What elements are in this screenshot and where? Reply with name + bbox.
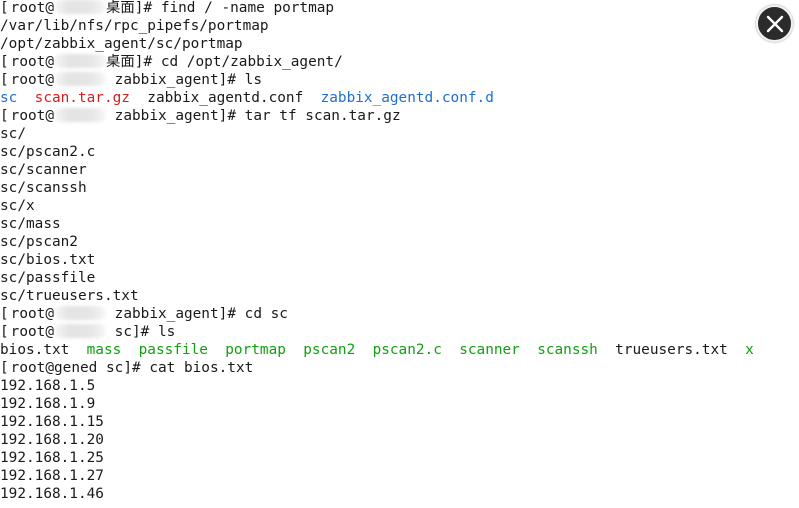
prompt-hash: # bbox=[227, 306, 236, 322]
prompt-close-bracket: ] bbox=[123, 360, 132, 376]
tar-list-item: sc/mass bbox=[0, 216, 61, 232]
ls-entry-file: trueusers.txt bbox=[615, 342, 728, 358]
close-button[interactable] bbox=[756, 5, 793, 42]
prompt-hash: # bbox=[143, 54, 153, 70]
prompt-hash: # bbox=[143, 0, 153, 16]
bios-ip-line: 192.168.1.15 bbox=[0, 414, 104, 430]
prompt-dir: sc bbox=[105, 360, 124, 376]
prompt-open-bracket: [ bbox=[0, 324, 9, 340]
prompt-dir: zabbix_agent bbox=[114, 306, 219, 322]
prompt-user: root@ bbox=[10, 0, 54, 16]
bios-ip-line: 192.168.1.5 bbox=[0, 378, 96, 394]
prompt-open-bracket: [ bbox=[0, 108, 9, 124]
command-text: cd sc bbox=[244, 306, 288, 322]
tar-list-item: sc/pscan2.c bbox=[0, 144, 96, 160]
prompt-line-cat: [root@gened sc]# cat bios.txt bbox=[0, 359, 799, 377]
ls-entry-file: bios.txt bbox=[0, 342, 70, 358]
prompt-hash: # bbox=[227, 72, 236, 88]
prompt-line-ls: [root@ zabbix_agent]# ls bbox=[0, 71, 799, 89]
prompt-user-host: root@gened bbox=[10, 360, 98, 376]
bios-ip-line: 192.168.1.25 bbox=[0, 450, 104, 466]
prompt-close-bracket: ] bbox=[218, 108, 228, 124]
prompt-open-bracket: [ bbox=[0, 54, 9, 70]
prompt-hash: # bbox=[131, 360, 141, 376]
ls-output-sc: bios.txt mass passfile portmap pscan2 ps… bbox=[0, 341, 799, 359]
prompt-hash: # bbox=[140, 324, 150, 340]
bios-ip-line: 192.168.1.46 bbox=[0, 486, 104, 502]
tar-list-item: sc/scanner bbox=[0, 162, 87, 178]
terminal-output: [root@ 桌面]# find / -name portmap /var/lib… bbox=[0, 0, 799, 503]
ls-entry-executable: mass bbox=[86, 342, 122, 358]
ls-entry-archive: scan.tar.gz bbox=[34, 90, 130, 106]
bios-ip-line: 192.168.1.20 bbox=[0, 432, 104, 448]
ls-entry-directory: sc bbox=[0, 90, 18, 106]
tar-list-item: sc/pscan2 bbox=[0, 234, 78, 250]
prompt-user: root@ bbox=[10, 72, 54, 88]
prompt-open-bracket: [ bbox=[0, 0, 9, 16]
ls-entry-executable: portmap bbox=[225, 342, 286, 358]
command-text: cd /opt/zabbix_agent/ bbox=[160, 54, 343, 70]
tar-list-item: sc/ bbox=[0, 126, 26, 142]
ls-entry-executable: pscan2.c bbox=[372, 342, 442, 358]
prompt-dir: zabbix_agent bbox=[114, 108, 219, 124]
prompt-dir: sc bbox=[114, 324, 132, 340]
redacted-hostname bbox=[54, 0, 106, 14]
terminal-window[interactable]: [root@ 桌面]# find / -name portmap /var/lib… bbox=[0, 0, 799, 508]
prompt-open-bracket: [ bbox=[0, 360, 9, 376]
ls-entry-executable: x bbox=[745, 342, 754, 358]
command-text: ls bbox=[244, 72, 262, 88]
prompt-user: root@ bbox=[10, 108, 54, 124]
tar-list-item: sc/scanssh bbox=[0, 180, 87, 196]
prompt-user: root@ bbox=[10, 324, 54, 340]
prompt-user: root@ bbox=[10, 54, 54, 70]
ls-entry-directory: zabbix_agentd.conf.d bbox=[320, 90, 494, 106]
tar-list-item: sc/trueusers.txt bbox=[0, 288, 139, 304]
prompt-close-bracket: ] bbox=[132, 324, 141, 340]
ls-output-agent: sc scan.tar.gz zabbix_agentd.conf zabbix… bbox=[0, 89, 799, 107]
command-text: find / -name portmap bbox=[160, 0, 335, 16]
prompt-line-ls-sc: [root@ sc]# ls bbox=[0, 323, 799, 341]
ls-entry-executable: passfile bbox=[138, 342, 208, 358]
prompt-user: root@ bbox=[10, 306, 54, 322]
ls-entry-executable: scanner bbox=[459, 342, 520, 358]
prompt-close-bracket: ] bbox=[218, 72, 228, 88]
prompt-close-bracket: ] bbox=[218, 306, 228, 322]
tar-list-item: sc/x bbox=[0, 198, 35, 214]
output-line: /opt/zabbix_agent/sc/portmap bbox=[0, 36, 243, 52]
prompt-line-cd-sc: [root@ zabbix_agent]# cd sc bbox=[0, 305, 799, 323]
close-icon bbox=[766, 15, 783, 32]
prompt-line-find: [root@ 桌面]# find / -name portmap bbox=[0, 0, 799, 17]
redacted-hostname bbox=[54, 108, 106, 122]
prompt-line-cd-agent: [root@ 桌面]# cd /opt/zabbix_agent/ bbox=[0, 53, 799, 71]
output-line: /var/lib/nfs/rpc_pipefs/portmap bbox=[0, 18, 269, 34]
tar-list-item: sc/passfile bbox=[0, 270, 96, 286]
prompt-dir: zabbix_agent bbox=[114, 72, 219, 88]
prompt-dir: 桌面 bbox=[106, 0, 135, 16]
tar-list-item: sc/bios.txt bbox=[0, 252, 96, 268]
prompt-open-bracket: [ bbox=[0, 72, 9, 88]
ls-entry-file: zabbix_agentd.conf bbox=[147, 90, 304, 106]
prompt-dir: 桌面 bbox=[106, 54, 135, 70]
redacted-hostname bbox=[54, 54, 106, 68]
prompt-line-tar: [root@ zabbix_agent]# tar tf scan.tar.gz bbox=[0, 107, 799, 125]
ls-entry-executable: pscan2 bbox=[303, 342, 356, 358]
prompt-open-bracket: [ bbox=[0, 306, 9, 322]
command-text: cat bios.txt bbox=[149, 360, 254, 376]
bios-ip-line: 192.168.1.27 bbox=[0, 468, 104, 484]
prompt-hash: # bbox=[227, 108, 236, 124]
command-text: ls bbox=[158, 324, 176, 340]
bios-ip-line: 192.168.1.9 bbox=[0, 396, 96, 412]
redacted-hostname bbox=[54, 324, 106, 338]
redacted-hostname bbox=[54, 72, 106, 86]
redacted-hostname bbox=[54, 306, 106, 320]
command-text: tar tf scan.tar.gz bbox=[244, 108, 401, 124]
ls-entry-executable: scanssh bbox=[537, 342, 598, 358]
